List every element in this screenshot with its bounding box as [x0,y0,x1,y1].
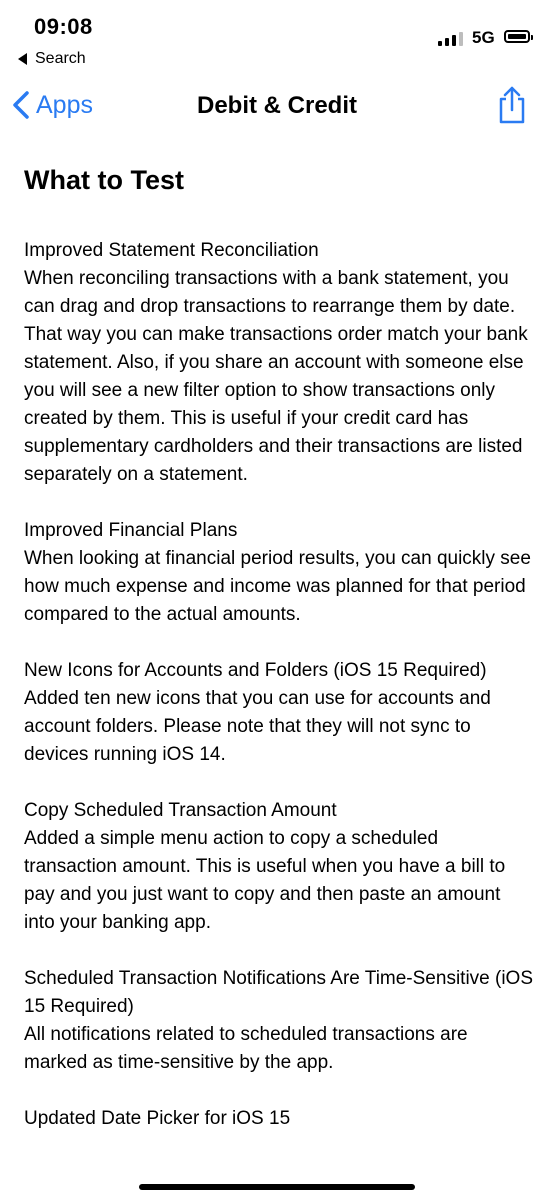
back-to-search-label: Search [35,50,86,67]
section-body: Added a simple menu action to copy a sch… [24,828,506,933]
back-triangle-icon [18,53,27,65]
section-body: Added ten new icons that you can use for… [24,688,491,765]
share-button[interactable] [494,84,530,131]
section-body: When reconciling transactions with a ban… [24,268,528,485]
what-to-test-heading: What to Test [24,165,184,195]
release-notes-content: What to Test Improved Statement Reconcil… [24,162,534,1161]
status-time: 09:08 [34,14,93,39]
release-note-section: Copy Scheduled Transaction Amount Added … [24,797,534,937]
status-bar: 09:08 Search 5G [0,0,554,80]
section-title: Scheduled Transaction Notifications Are … [24,968,534,1017]
release-notes-sections: Improved Statement Reconciliation When r… [24,237,534,1133]
page-title: Debit & Credit [196,92,357,119]
battery-icon [504,30,533,43]
section-title: New Icons for Accounts and Folders (iOS … [24,660,487,681]
release-note-section: Updated Date Picker for iOS 15 [24,1105,534,1133]
section-title: Updated Date Picker for iOS 15 [24,1108,291,1129]
section-title: Improved Statement Reconciliation [24,240,319,261]
section-title: Copy Scheduled Transaction Amount [24,800,337,821]
release-note-section: Improved Statement Reconciliation When r… [24,237,534,489]
section-body: When looking at financial period results… [24,548,531,625]
cellular-signal-icon [438,32,463,46]
back-to-search-button[interactable]: Search [18,50,86,68]
home-indicator[interactable] [139,1184,415,1190]
network-type: 5G [472,28,495,47]
release-note-section: New Icons for Accounts and Folders (iOS … [24,657,534,769]
share-icon [499,86,525,124]
release-note-section: Scheduled Transaction Notifications Are … [24,965,534,1077]
navigation-bar: Apps Debit & Credit [0,80,554,136]
section-title: Improved Financial Plans [24,520,238,541]
release-note-section: Improved Financial Plans When looking at… [24,517,534,629]
section-body: All notifications related to scheduled t… [24,1024,468,1073]
